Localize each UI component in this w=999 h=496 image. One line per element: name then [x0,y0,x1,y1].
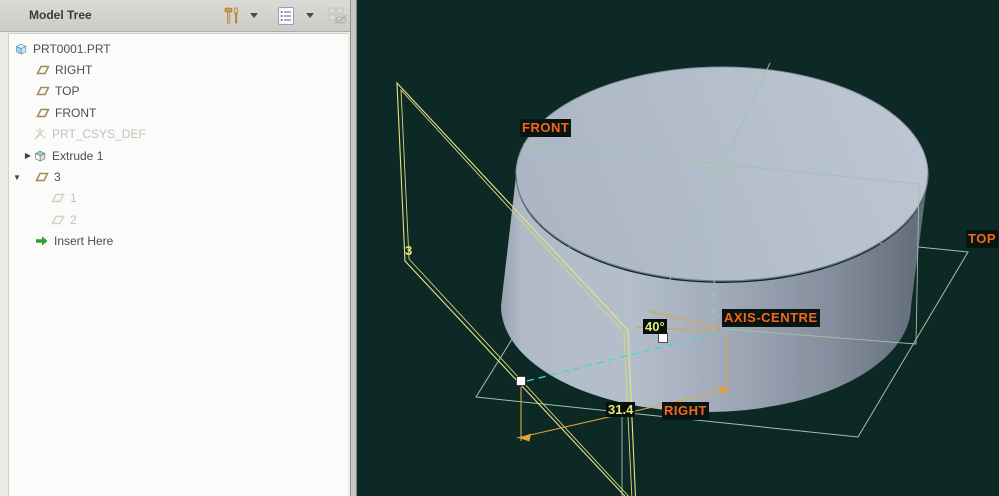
distance-dimension-value[interactable]: 31.4 [606,402,635,417]
front-plane-label[interactable]: FRONT [520,119,571,137]
datum-plane-icon [36,63,50,77]
model-scene [357,0,999,496]
tree-item-label: TOP [55,84,79,98]
tree-item-sub2[interactable]: 2 [9,209,348,230]
tree-filters-dropdown-caret[interactable] [306,13,314,18]
list-page-icon [276,6,296,26]
sketch-plane-id-label[interactable]: 3 [403,243,414,258]
datum-plane-icon-grayed [51,213,65,227]
tree-tools-icon[interactable] [220,5,244,27]
tree-item-right[interactable]: RIGHT [9,59,348,80]
creo-window: Model Tree [0,0,999,496]
tree-item-extrude1[interactable]: ▶ Extrude 1 [9,145,348,166]
panel-title: Model Tree [29,8,92,22]
datum-plane-icon [36,84,50,98]
tree-item-csys[interactable]: PRT_CSYS_DEF [9,124,348,145]
model-tree-header: Model Tree [0,0,350,32]
extrude-icon [33,149,47,163]
expand-expanded-icon[interactable]: ▼ [12,173,22,182]
datum-plane-icon [35,170,49,184]
tree-item-label: PRT_CSYS_DEF [52,127,146,141]
tree-item-top[interactable]: TOP [9,81,348,102]
tree-item-label: RIGHT [55,63,92,77]
tree-item-front[interactable]: FRONT [9,102,348,123]
expand-collapsed-icon[interactable]: ▶ [23,151,33,160]
angle-dimension-value[interactable]: 40° [643,319,667,334]
tree-filters-icon[interactable] [274,5,298,27]
tree-item-label: 2 [70,213,77,227]
panel-splitter[interactable] [350,0,357,496]
tree-item-label: FRONT [55,106,96,120]
part-icon [14,42,28,56]
tree-item-prt0001[interactable]: PRT0001.PRT [9,38,348,59]
insert-arrow-icon [35,234,49,248]
tree-item-insert-here[interactable]: Insert Here [9,231,348,252]
drag-handle-offset[interactable] [517,377,526,386]
tree-item-label: Insert Here [54,234,113,248]
tree-item-label: 1 [70,191,77,205]
columns-eye-slash-icon [327,6,349,26]
tree-tools-dropdown-caret[interactable] [250,13,258,18]
datum-plane-icon [36,106,50,120]
hammer-screwdriver-icon [222,6,242,26]
csys-icon [33,127,47,141]
model-tree: PRT0001.PRT RIGHT TOP F [8,33,348,496]
datum-plane-icon-grayed [51,191,65,205]
drag-handle-angle[interactable] [659,334,668,343]
show-columns-icon-disabled [326,5,350,27]
tree-item-label: 3 [54,170,61,184]
right-plane-label[interactable]: RIGHT [662,402,709,420]
tree-item-label: PRT0001.PRT [33,42,111,56]
tree-item-sub1[interactable]: 1 [9,188,348,209]
graphics-viewport[interactable]: FRONT TOP AXIS-CENTRE RIGHT 40° 31.4 3 [357,0,999,496]
tree-item-label: Extrude 1 [52,149,103,163]
cylinder-top-face[interactable] [516,67,928,281]
tree-item-plane3[interactable]: ▼ 3 [9,166,348,187]
top-plane-label[interactable]: TOP [966,230,998,248]
axis-centre-label[interactable]: AXIS-CENTRE [722,309,820,327]
model-tree-panel: Model Tree [0,0,350,496]
